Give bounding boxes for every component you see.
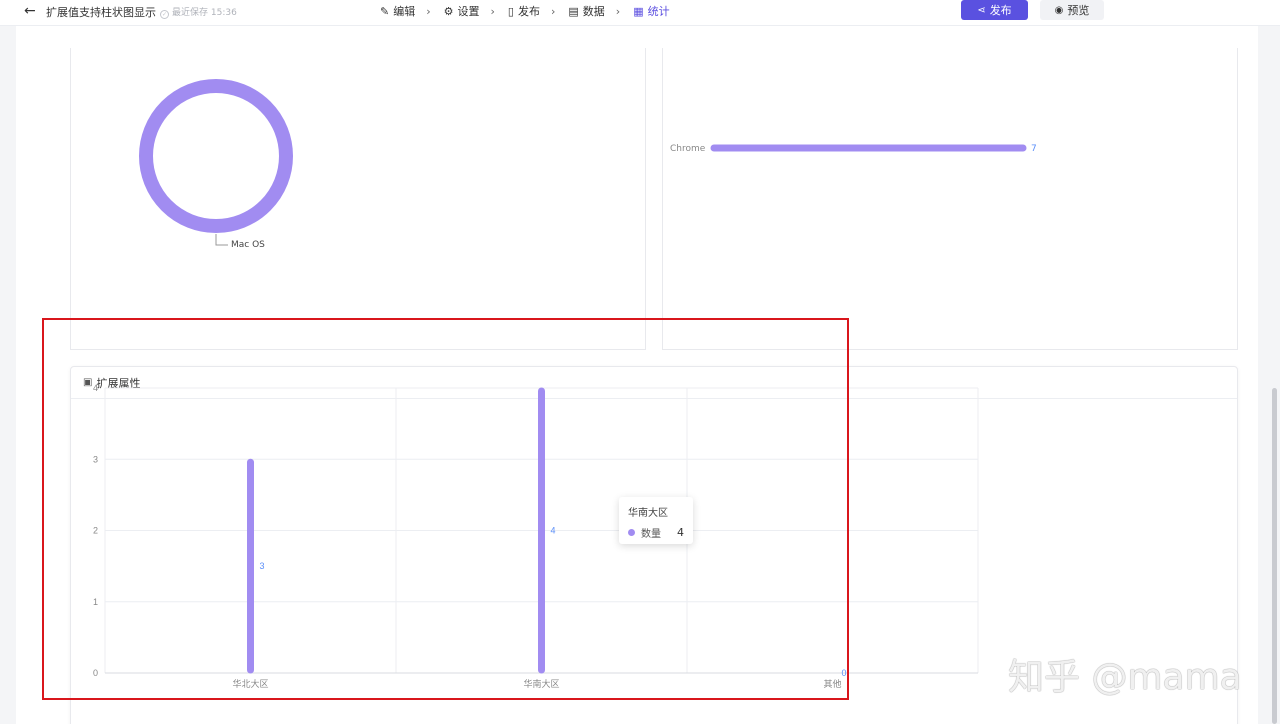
y-tick-label: 1 (93, 597, 98, 607)
chart-tooltip: 华南大区 数量 4 (619, 497, 693, 544)
y-tick-label: 3 (93, 454, 98, 464)
series-dot-icon (628, 529, 635, 536)
bar-value-label: 4 (551, 526, 556, 536)
ext-attr-bar-chart: 012343华北大区4华南大区0其他 (93, 383, 979, 690)
x-tick-label: 华北大区 (232, 678, 268, 690)
y-tick-label: 2 (93, 526, 98, 536)
x-tick-label: 华南大区 (523, 678, 559, 690)
bar-value-label: 3 (260, 561, 265, 571)
x-tick-label: 其他 (823, 678, 841, 690)
tooltip-series-label: 数量 (641, 529, 661, 540)
bar-value-label: 0 (842, 668, 847, 678)
vertical-scrollbar[interactable] (1272, 388, 1277, 724)
y-tick-label: 4 (93, 383, 98, 393)
watermark-text: 知乎 @mama (1008, 657, 1242, 698)
y-tick-label: 0 (93, 668, 98, 678)
tooltip-title: 华南大区 (628, 508, 668, 519)
tooltip-row: 数量 4 (628, 525, 684, 540)
tooltip-value: 4 (677, 526, 684, 539)
